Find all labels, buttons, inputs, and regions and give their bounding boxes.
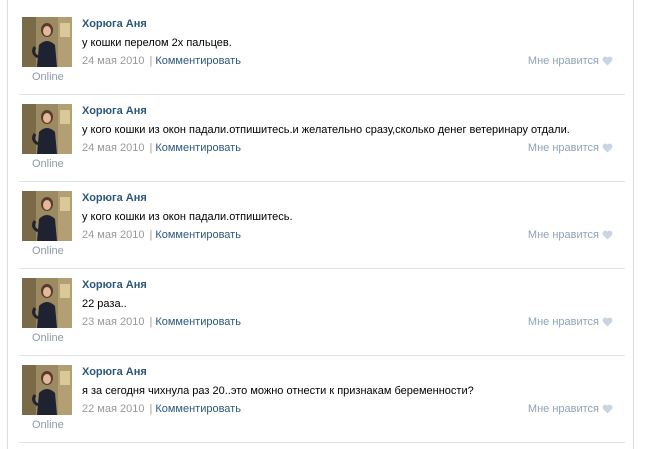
avatar[interactable]: [22, 365, 72, 415]
post-date[interactable]: 24 мая 2010: [82, 142, 144, 154]
like-label: Мне нравится: [527, 229, 599, 241]
post-text: я за сегодня чихнула раз 20..это можно о…: [82, 385, 474, 397]
avatar[interactable]: [22, 191, 72, 241]
heart-icon: [602, 404, 613, 414]
comment-link[interactable]: Комментировать: [155, 142, 241, 154]
like-label: Мне нравится: [527, 316, 599, 328]
avatar[interactable]: [22, 17, 72, 67]
meta-separator: |: [149, 55, 153, 67]
author-link[interactable]: Хорюга Аня: [82, 18, 147, 30]
like-button[interactable]: Мне нравится: [528, 142, 613, 154]
like-label: Мне нравится: [527, 403, 599, 415]
meta-separator: |: [149, 229, 153, 241]
comment-link[interactable]: Комментировать: [155, 316, 241, 328]
comment-link[interactable]: Комментировать: [155, 55, 241, 67]
post-text: 22 раза..: [82, 298, 127, 310]
wall-post: Online Хорюга Аня у кого кошки из окон п…: [19, 182, 625, 269]
post-date[interactable]: 23 мая 2010: [82, 316, 144, 328]
online-status: Online: [32, 71, 64, 83]
meta-separator: |: [149, 142, 153, 154]
heart-icon: [602, 317, 613, 327]
like-button[interactable]: Мне нравится: [528, 316, 613, 328]
post-meta: 24 мая 2010 | Комментировать: [82, 55, 241, 67]
like-button[interactable]: Мне нравится: [528, 55, 613, 67]
avatar[interactable]: [22, 104, 72, 154]
online-status: Online: [32, 158, 64, 170]
like-label: Мне нравится: [527, 142, 599, 154]
author-link[interactable]: Хорюга Аня: [82, 192, 147, 204]
like-label: Мне нравится: [527, 55, 599, 67]
meta-separator: |: [149, 316, 153, 328]
post-date[interactable]: 22 мая 2010: [82, 403, 144, 415]
post-meta: 24 мая 2010 | Комментировать: [82, 142, 241, 154]
online-status: Online: [32, 419, 64, 431]
post-date[interactable]: 24 мая 2010: [82, 229, 144, 241]
post-meta: 22 мая 2010 | Комментировать: [82, 403, 241, 415]
wall-post: Online Хорюга Аня у кошки перелом 2х пал…: [19, 8, 625, 95]
comment-link[interactable]: Комментировать: [155, 229, 241, 241]
online-status: Online: [32, 245, 64, 257]
meta-separator: |: [149, 403, 153, 415]
heart-icon: [602, 143, 613, 153]
like-button[interactable]: Мне нравится: [528, 229, 613, 241]
wall-post: Online Хорюга Аня я за сегодня чихнула р…: [19, 356, 625, 443]
wall-post: Online Хорюга Аня 22 раза.. 23 мая 2010 |…: [19, 269, 625, 356]
post-text: у кого кошки из окон падали.отпишитесь.: [82, 211, 293, 223]
avatar[interactable]: [22, 278, 72, 328]
author-link[interactable]: Хорюга Аня: [82, 366, 147, 378]
heart-icon: [602, 230, 613, 240]
post-date[interactable]: 24 мая 2010: [82, 55, 144, 67]
like-button[interactable]: Мне нравится: [528, 403, 613, 415]
online-status: Online: [32, 332, 64, 344]
author-link[interactable]: Хорюга Аня: [82, 105, 147, 117]
post-text: у кошки перелом 2х пальцев.: [82, 37, 232, 49]
comment-link[interactable]: Комментировать: [155, 403, 241, 415]
author-link[interactable]: Хорюга Аня: [82, 279, 147, 291]
post-meta: 23 мая 2010 | Комментировать: [82, 316, 241, 328]
post-text: у кого кошки из окон падали.отпишитесь.и…: [82, 124, 570, 136]
post-meta: 24 мая 2010 | Комментировать: [82, 229, 241, 241]
wall-post: Online Хорюга Аня у кого кошки из окон п…: [19, 95, 625, 182]
heart-icon: [602, 56, 613, 66]
